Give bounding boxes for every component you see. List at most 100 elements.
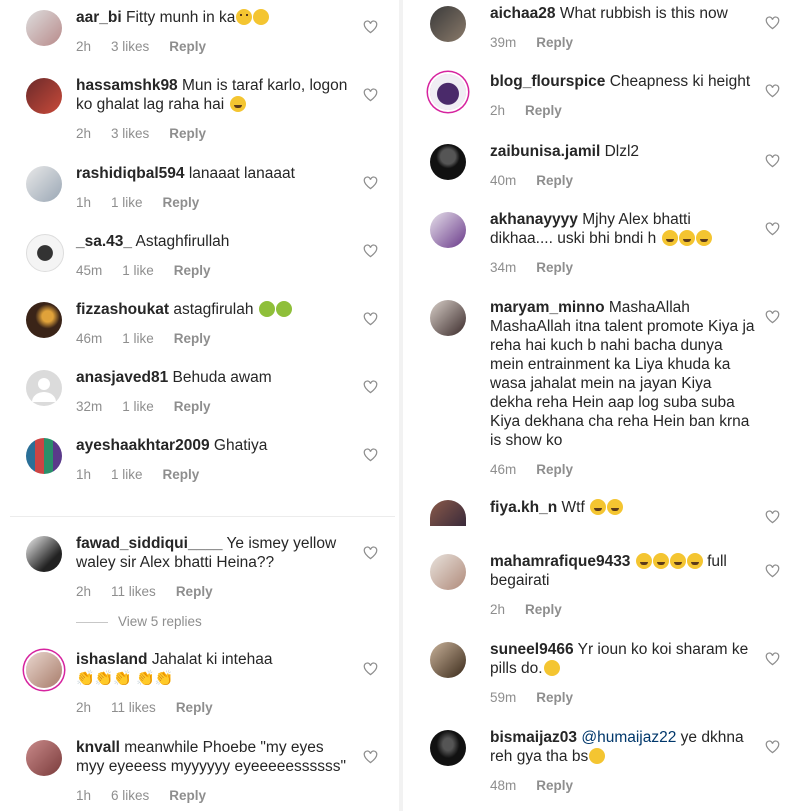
comment-username[interactable]: aichaa28 bbox=[490, 5, 556, 22]
heart-icon[interactable] bbox=[363, 750, 378, 764]
comment-likes[interactable]: 1 like bbox=[111, 467, 143, 482]
reply-button[interactable]: Reply bbox=[169, 39, 206, 54]
mention-link[interactable]: @humaijaz22 bbox=[581, 729, 676, 746]
comment-username[interactable]: maryam_minno bbox=[490, 299, 605, 316]
view-replies-line bbox=[76, 621, 108, 623]
avatar[interactable] bbox=[26, 438, 62, 474]
heart-icon[interactable] bbox=[363, 380, 378, 394]
comment-text: Astaghfirullah bbox=[135, 233, 230, 250]
heart-icon[interactable] bbox=[363, 20, 378, 34]
laughing-emoji-icon bbox=[695, 230, 712, 246]
avatar[interactable] bbox=[26, 536, 62, 572]
reply-button[interactable]: Reply bbox=[174, 399, 211, 414]
comment-username[interactable]: blog_flourspice bbox=[490, 73, 605, 90]
heart-icon[interactable] bbox=[765, 310, 780, 324]
comment-username[interactable]: anasjaved81 bbox=[76, 369, 168, 386]
comment-username[interactable]: rashidiqbal594 bbox=[76, 165, 185, 182]
avatar[interactable] bbox=[26, 652, 62, 688]
heart-icon[interactable] bbox=[363, 312, 378, 326]
comment-time: 40m bbox=[490, 173, 517, 188]
avatar[interactable] bbox=[430, 554, 466, 590]
laughing-emoji-icon bbox=[678, 230, 695, 246]
comment-likes[interactable]: 1 like bbox=[111, 195, 143, 210]
avatar[interactable] bbox=[430, 144, 466, 180]
comment-time: 46m bbox=[76, 331, 103, 346]
comment-username[interactable]: knvall bbox=[76, 739, 120, 756]
comment-username[interactable]: ayeshaakhtar2009 bbox=[76, 437, 210, 454]
comment-username[interactable]: fiya.kh_n bbox=[490, 499, 557, 516]
reply-button[interactable]: Reply bbox=[163, 467, 200, 482]
heart-icon[interactable] bbox=[765, 652, 780, 666]
avatar[interactable] bbox=[26, 302, 62, 338]
comment-likes[interactable]: 6 likes bbox=[111, 788, 149, 803]
heart-icon[interactable] bbox=[363, 244, 378, 258]
avatar[interactable] bbox=[430, 74, 466, 110]
avatar[interactable] bbox=[430, 6, 466, 42]
reply-button[interactable]: Reply bbox=[176, 700, 213, 715]
heart-icon[interactable] bbox=[765, 564, 780, 578]
avatar[interactable] bbox=[26, 10, 62, 46]
avatar[interactable] bbox=[26, 370, 62, 406]
avatar[interactable] bbox=[26, 234, 64, 272]
comment-likes[interactable]: 3 likes bbox=[111, 39, 149, 54]
heart-icon[interactable] bbox=[363, 546, 378, 560]
comment-time: 2h bbox=[490, 103, 506, 118]
comment-likes[interactable]: 1 like bbox=[122, 263, 154, 278]
heart-icon[interactable] bbox=[363, 448, 378, 462]
comment-time: 59m bbox=[490, 690, 517, 705]
reply-button[interactable]: Reply bbox=[536, 690, 573, 705]
comment-username[interactable]: ishasland bbox=[76, 651, 148, 668]
comment-username[interactable]: mahamrafique9433 bbox=[490, 553, 630, 570]
comment-time: 32m bbox=[76, 399, 103, 414]
reply-button[interactable]: Reply bbox=[536, 462, 573, 477]
heart-icon[interactable] bbox=[765, 510, 780, 524]
comment-username[interactable]: fawad_siddiqui____ bbox=[76, 535, 222, 552]
reply-button[interactable]: Reply bbox=[525, 602, 562, 617]
reply-button[interactable]: Reply bbox=[169, 126, 206, 141]
avatar[interactable] bbox=[430, 730, 466, 766]
avatar[interactable] bbox=[26, 78, 62, 114]
heart-icon[interactable] bbox=[765, 154, 780, 168]
heart-icon[interactable] bbox=[765, 16, 780, 30]
comment-username[interactable]: suneel9466 bbox=[490, 641, 574, 658]
comment-username[interactable]: hassamshk98 bbox=[76, 77, 178, 94]
heart-icon[interactable] bbox=[363, 662, 378, 676]
heart-icon[interactable] bbox=[765, 740, 780, 754]
reply-button[interactable]: Reply bbox=[163, 195, 200, 210]
heart-icon[interactable] bbox=[765, 84, 780, 98]
reply-button[interactable]: Reply bbox=[169, 788, 206, 803]
comment-likes[interactable]: 1 like bbox=[122, 399, 154, 414]
avatar[interactable] bbox=[26, 740, 62, 776]
view-replies-link[interactable]: View 5 replies bbox=[76, 614, 202, 629]
comment-time: 2h bbox=[76, 584, 92, 599]
reply-button[interactable]: Reply bbox=[536, 778, 573, 793]
column-divider bbox=[399, 0, 403, 811]
laughing-emoji-icon bbox=[635, 553, 652, 569]
reply-button[interactable]: Reply bbox=[536, 260, 573, 275]
reply-button[interactable]: Reply bbox=[176, 584, 213, 599]
avatar[interactable] bbox=[26, 166, 62, 202]
comment-likes[interactable]: 3 likes bbox=[111, 126, 149, 141]
comment-text: lanaaat lanaaat bbox=[188, 165, 295, 182]
comment-username[interactable]: aar_bi bbox=[76, 9, 122, 26]
comment-username[interactable]: akhanayyyy bbox=[490, 211, 578, 228]
heart-icon[interactable] bbox=[363, 176, 378, 190]
comment-username[interactable]: zaibunisa.jamil bbox=[490, 143, 600, 160]
comment-username[interactable]: bismaijaz03 bbox=[490, 729, 577, 746]
comment-likes[interactable]: 11 likes bbox=[111, 584, 156, 599]
reply-button[interactable]: Reply bbox=[174, 263, 211, 278]
reply-button[interactable]: Reply bbox=[536, 35, 573, 50]
reply-button[interactable]: Reply bbox=[174, 331, 211, 346]
reply-button[interactable]: Reply bbox=[525, 103, 562, 118]
avatar[interactable] bbox=[430, 212, 466, 248]
avatar[interactable] bbox=[430, 500, 466, 526]
heart-icon[interactable] bbox=[765, 222, 780, 236]
avatar[interactable] bbox=[430, 300, 466, 336]
comment-likes[interactable]: 1 like bbox=[122, 331, 154, 346]
reply-button[interactable]: Reply bbox=[536, 173, 573, 188]
heart-icon[interactable] bbox=[363, 88, 378, 102]
avatar[interactable] bbox=[430, 642, 466, 678]
comment-likes[interactable]: 11 likes bbox=[111, 700, 156, 715]
comment-username[interactable]: fizzashoukat bbox=[76, 301, 169, 318]
comment-username[interactable]: _sa.43_ bbox=[76, 233, 132, 250]
